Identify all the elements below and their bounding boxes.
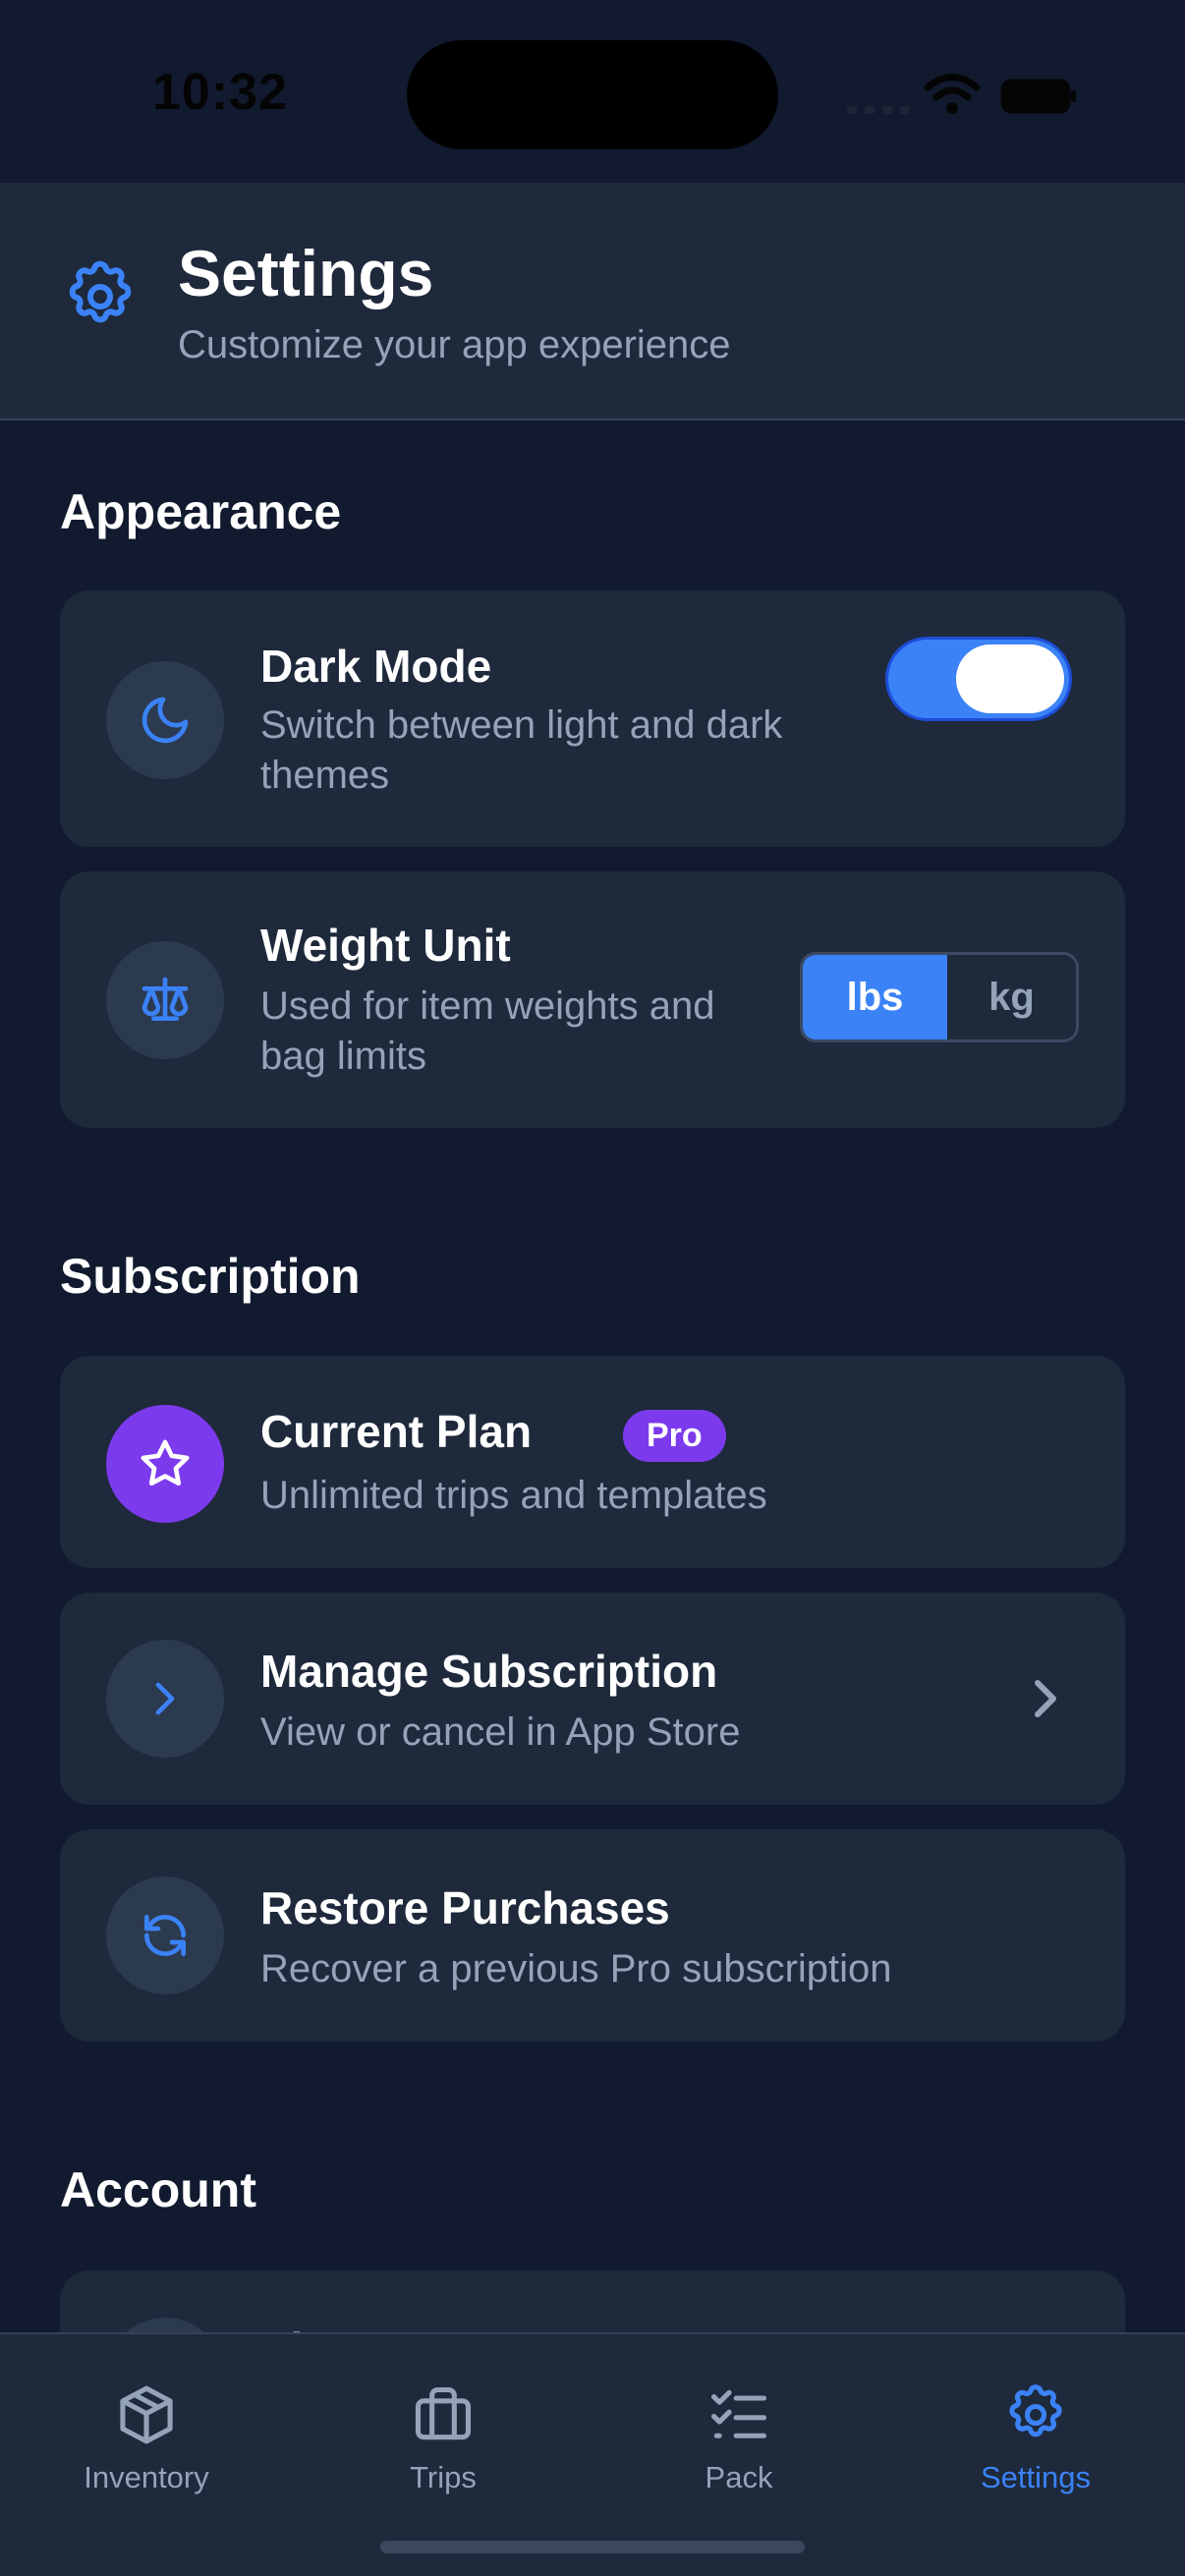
tab-settings[interactable]: Settings [918, 2334, 1154, 2531]
tab-label: Trips [410, 2460, 477, 2494]
weight-unit-option-kg[interactable]: kg [947, 955, 1076, 1039]
page-subtitle: Customize your app experience [178, 323, 731, 366]
battery-icon [1000, 79, 1076, 114]
box-icon [120, 2385, 173, 2444]
restore-purchases-description: Recover a previous Pro subscription [260, 1947, 892, 1990]
restore-purchases-title: Restore Purchases [260, 1882, 670, 1933]
current-plan-title: Current Plan [260, 1406, 533, 1457]
current-plan-row: Current Plan Pro Unlimited trips and tem… [60, 1356, 1125, 1568]
current-plan-description: Unlimited trips and templates [260, 1474, 767, 1517]
gear-icon [1009, 2384, 1062, 2437]
gear-icon [69, 260, 132, 323]
manage-subscription-description: View or cancel in App Store [260, 1710, 741, 1754]
chevron-right-icon [106, 1640, 224, 1758]
briefcase-icon [415, 2386, 472, 2440]
dark-mode-title: Dark Mode [260, 641, 492, 692]
dynamic-island [407, 40, 778, 149]
toggle-knob [956, 644, 1064, 713]
weight-unit-option-lbs[interactable]: lbs [803, 955, 947, 1039]
tab-inventory[interactable]: Inventory [28, 2334, 264, 2531]
weight-unit-segmented-control: lbs kg [800, 952, 1079, 1042]
tab-label: Pack [705, 2460, 773, 2494]
moon-icon [106, 661, 224, 779]
star-icon [106, 1405, 224, 1523]
pro-badge: Pro [623, 1410, 726, 1462]
section-title-appearance: Appearance [60, 484, 342, 539]
checklist-icon [710, 2389, 767, 2438]
cellular-signal-icon [847, 106, 910, 114]
status-time: 10:32 [152, 64, 288, 121]
manage-subscription-row[interactable]: Manage Subscription View or cancel in Ap… [60, 1593, 1125, 1805]
restore-purchases-row[interactable]: Restore Purchases Recover a previous Pro… [60, 1829, 1125, 2042]
settings-screen: 10:32 Settings Customize your app experi… [0, 0, 1185, 2576]
dark-mode-description: Switch between light and dark themes [260, 703, 783, 797]
tab-label: Inventory [84, 2460, 209, 2494]
wifi-icon [924, 74, 981, 114]
tab-trips[interactable]: Trips [325, 2334, 561, 2531]
dark-mode-toggle[interactable] [885, 637, 1072, 721]
weight-unit-row: Weight Unit Used for item weights and ba… [60, 871, 1125, 1128]
refresh-icon [106, 1876, 224, 1994]
disclosure-chevron-icon [1035, 1680, 1056, 1717]
section-title-account: Account [60, 2162, 256, 2217]
weight-unit-title: Weight Unit [260, 920, 511, 971]
manage-subscription-title: Manage Subscription [260, 1646, 718, 1697]
dark-mode-row: Dark Mode Switch between light and dark … [60, 590, 1125, 847]
tab-label: Settings [980, 2460, 1091, 2494]
status-bar: 10:32 [0, 0, 1185, 183]
scale-icon [106, 941, 224, 1059]
tab-pack[interactable]: Pack [621, 2334, 857, 2531]
tab-bar: Inventory Trips Pack Settings [0, 2332, 1185, 2576]
section-title-subscription: Subscription [60, 1249, 361, 1304]
weight-unit-description: Used for item weights and bag limits [260, 984, 715, 1078]
home-indicator[interactable] [380, 2541, 805, 2553]
page-title: Settings [178, 237, 434, 309]
